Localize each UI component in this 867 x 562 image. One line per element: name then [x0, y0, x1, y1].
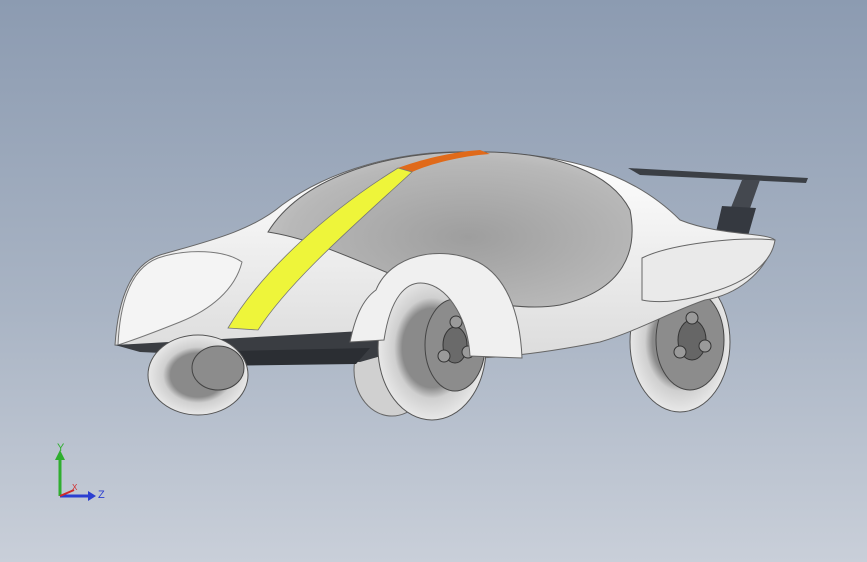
z-axis-label: Z [98, 489, 105, 501]
graphics-viewport[interactable]: Y Z X [0, 0, 867, 562]
car-model-3d-view[interactable] [0, 0, 867, 562]
y-axis-label: Y [57, 442, 65, 454]
front-left-wheel [147, 334, 249, 416]
coordinate-triad: Y Z X [55, 442, 105, 501]
x-axis-label: X [72, 483, 78, 492]
